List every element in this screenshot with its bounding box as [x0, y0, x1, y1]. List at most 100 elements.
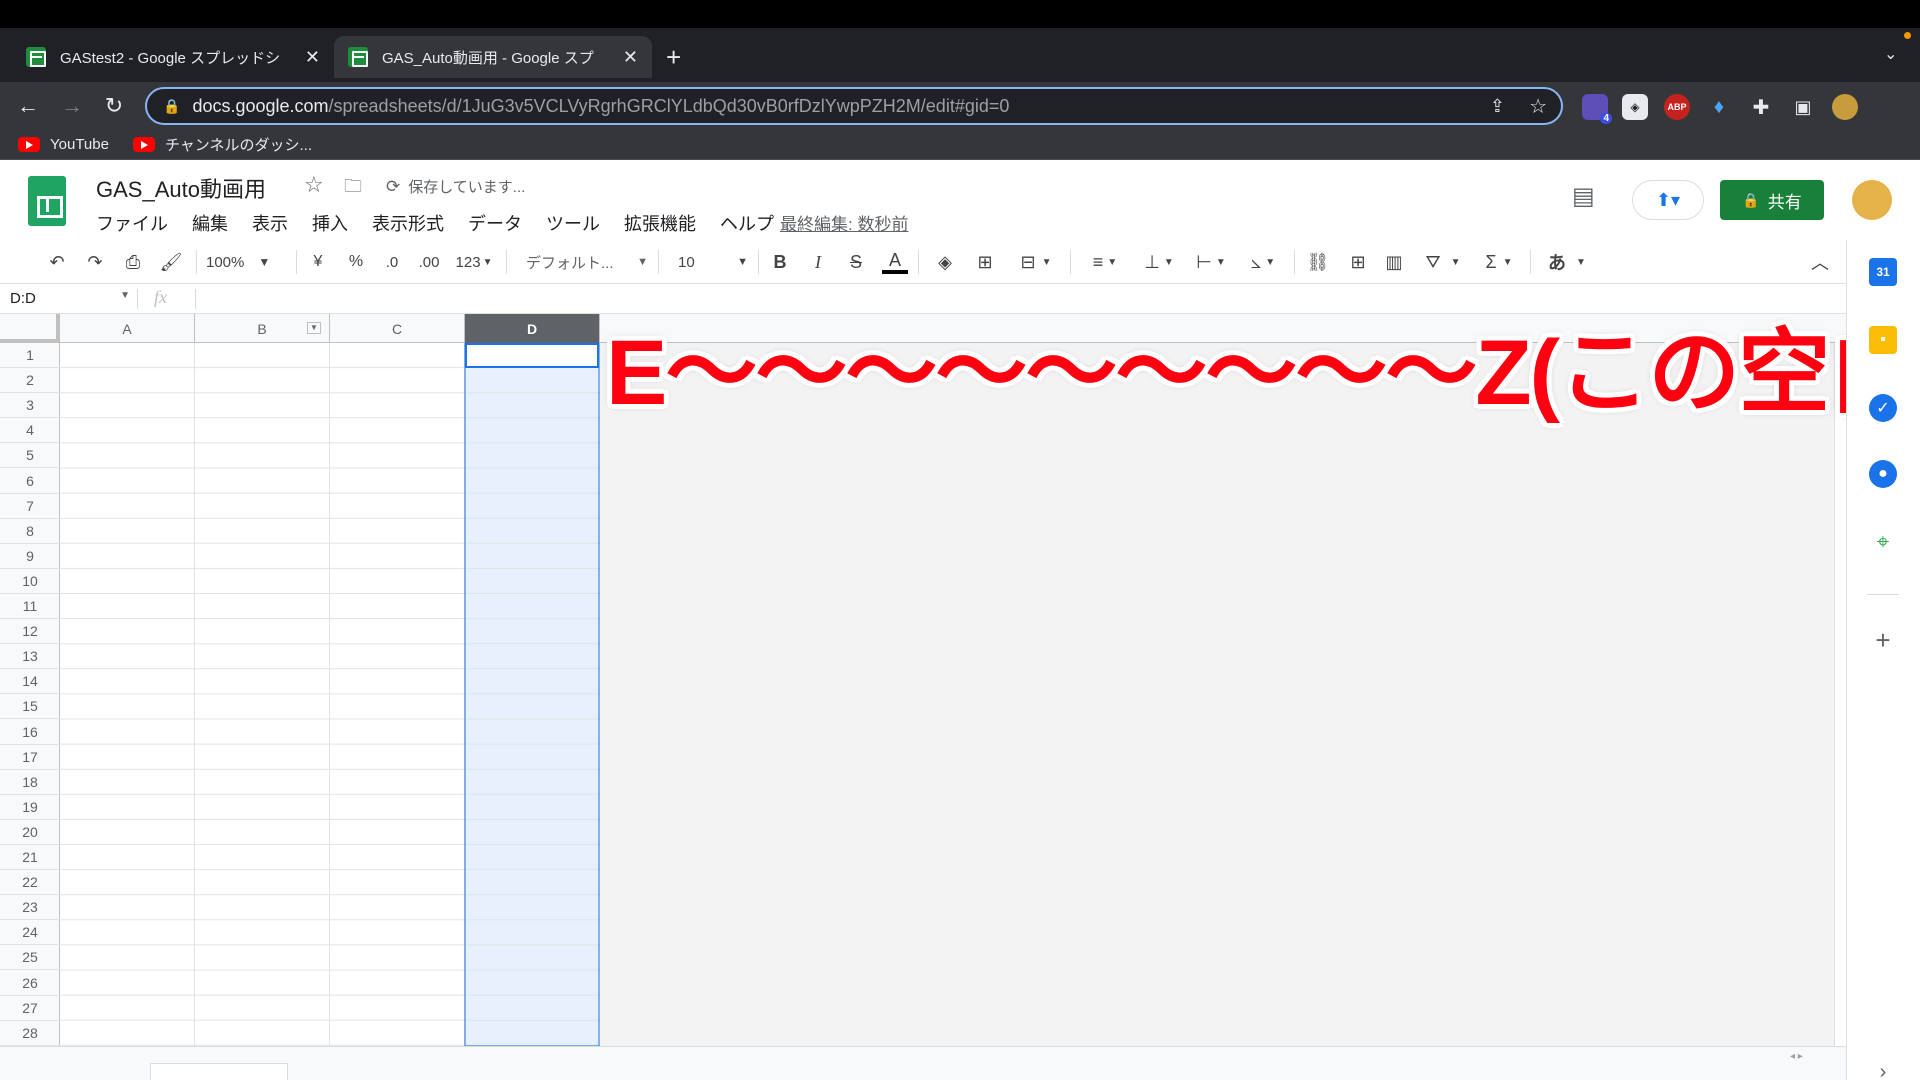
abp-icon[interactable]: ABP — [1664, 94, 1690, 120]
extension-icon[interactable]: ◈ — [1622, 94, 1648, 120]
browser-tab-gastest2[interactable]: GAStest2 - Google スプレッドシ ✕ — [12, 36, 334, 78]
bookmark-youtube[interactable]: YouTube — [18, 136, 109, 153]
percent-format-button[interactable]: % — [344, 250, 368, 274]
menu-edit[interactable]: 編集 — [192, 210, 228, 236]
row-header[interactable]: 3 — [0, 393, 60, 419]
address-bar[interactable]: 🔒 docs.google.com/spreadsheets/d/1JuG3v5… — [145, 87, 1563, 125]
cell-grid[interactable] — [60, 343, 600, 1046]
row-header[interactable]: 15 — [0, 694, 60, 720]
share-button[interactable]: 🔒 共有 — [1720, 180, 1824, 220]
row-header[interactable]: 8 — [0, 519, 60, 544]
text-rotation-icon[interactable]: ⦣ ▼ — [1242, 250, 1284, 274]
last-edit-link[interactable]: 最終編集: 数秒前 — [780, 210, 908, 235]
row-header[interactable]: 4 — [0, 418, 60, 444]
decrease-decimal-button[interactable]: .0 — [378, 250, 406, 274]
menu-extensions[interactable]: 拡張機能 — [624, 210, 696, 236]
extension-badge-icon[interactable]: 4 — [1582, 94, 1612, 124]
currency-format-button[interactable]: ¥ — [306, 250, 330, 274]
row-header[interactable]: 16 — [0, 720, 60, 745]
gem-icon[interactable]: ♦ — [1706, 94, 1732, 120]
menu-view[interactable]: 表示 — [252, 210, 288, 236]
move-folder-icon[interactable]: 🗀 — [344, 174, 362, 204]
merge-cells-icon[interactable]: ⊟ ▼ — [1012, 250, 1060, 274]
font-size-select[interactable]: 10 ▼ — [678, 250, 748, 274]
name-box[interactable]: D:D ▼ — [10, 290, 130, 307]
row-header[interactable]: 11 — [0, 594, 60, 619]
menu-tools[interactable]: ツール — [546, 210, 600, 236]
column-header-b[interactable]: B ▼ — [195, 314, 330, 343]
menu-data[interactable]: データ — [468, 210, 522, 236]
row-header[interactable]: 24 — [0, 920, 60, 946]
row-header[interactable]: 5 — [0, 443, 60, 469]
account-avatar[interactable] — [1852, 180, 1892, 220]
row-header[interactable]: 18 — [0, 770, 60, 795]
contacts-icon[interactable]: ● — [1869, 460, 1897, 488]
tasks-icon[interactable]: ✓ — [1869, 394, 1897, 422]
reload-icon[interactable]: ↻ — [98, 90, 130, 122]
row-header[interactable]: 22 — [0, 870, 60, 896]
row-header[interactable]: 7 — [0, 494, 60, 519]
select-all-corner[interactable] — [0, 314, 60, 343]
row-header[interactable]: 27 — [0, 996, 60, 1021]
redo-icon[interactable]: ↷ — [82, 250, 108, 274]
row-header[interactable]: 23 — [0, 895, 60, 921]
menu-insert[interactable]: 挿入 — [312, 210, 348, 236]
share-page-icon[interactable]: ⇪ — [1490, 96, 1505, 117]
fill-color-icon[interactable]: ◈ — [932, 250, 958, 274]
row-header[interactable]: 9 — [0, 544, 60, 569]
document-title[interactable]: GAS_Auto動画用 — [96, 172, 266, 204]
zoom-select[interactable]: 100% ▼ — [206, 250, 288, 274]
row-header[interactable]: 13 — [0, 644, 60, 670]
row-header[interactable]: 1 — [0, 343, 60, 368]
sheets-logo-icon[interactable] — [28, 176, 66, 226]
bookmark-star-icon[interactable]: ☆ — [1529, 94, 1547, 119]
close-icon[interactable]: ✕ — [305, 47, 320, 68]
chart-icon[interactable]: ▥ — [1380, 250, 1408, 274]
row-header[interactable]: 25 — [0, 945, 60, 971]
undo-icon[interactable]: ↶ — [44, 250, 70, 274]
profile-avatar[interactable] — [1832, 94, 1858, 120]
scroll-left-right-icon[interactable]: ◂ ▸ — [1790, 1051, 1803, 1062]
comments-icon[interactable]: ▤ — [1572, 182, 1595, 211]
comment-icon[interactable]: ⊞ — [1344, 250, 1372, 274]
present-button[interactable]: ⬆▾ — [1632, 180, 1704, 220]
column-header-d[interactable]: D — [465, 314, 600, 343]
collapse-toolbar-chevron-up-icon[interactable]: ︿ — [1808, 250, 1832, 274]
bookmark-channel-dashboard[interactable]: チャンネルのダッシ... — [132, 134, 312, 155]
star-icon[interactable]: ☆ — [304, 172, 324, 198]
close-icon[interactable]: ✕ — [623, 47, 638, 68]
row-header[interactable]: 10 — [0, 569, 60, 594]
vertical-align-icon[interactable]: ⊥ ▼ — [1138, 250, 1180, 274]
menu-format[interactable]: 表示形式 — [372, 210, 444, 236]
text-wrap-icon[interactable]: ⊢ ▼ — [1190, 250, 1232, 274]
new-tab-plus-icon[interactable]: + — [666, 42, 681, 73]
row-header[interactable]: 14 — [0, 669, 60, 695]
input-tools-button[interactable]: あ ▼ — [1542, 250, 1592, 274]
bold-button[interactable]: B — [768, 250, 792, 274]
expand-panel-chevron-icon[interactable]: › — [1869, 1058, 1897, 1080]
column-header-a[interactable]: A — [60, 314, 195, 343]
row-header[interactable]: 19 — [0, 795, 60, 820]
forward-arrow-icon[interactable]: → — [56, 90, 88, 122]
row-header[interactable]: 26 — [0, 971, 60, 996]
vertical-scrollbar[interactable] — [1834, 343, 1846, 1046]
row-header[interactable]: 28 — [0, 1021, 60, 1046]
increase-decimal-button[interactable]: .00 — [414, 250, 444, 274]
text-color-button[interactable]: A — [882, 250, 908, 274]
menu-help[interactable]: ヘルプ — [720, 210, 774, 236]
sheet-tab[interactable] — [150, 1063, 288, 1080]
tab-search-chevron-down-icon[interactable]: ⌄ — [1884, 44, 1897, 64]
row-header[interactable]: 17 — [0, 745, 60, 770]
functions-icon[interactable]: Σ ▼ — [1478, 250, 1520, 274]
calendar-icon[interactable]: 31 — [1869, 258, 1897, 286]
borders-icon[interactable]: ⊞ — [972, 250, 998, 274]
row-header[interactable]: 12 — [0, 619, 60, 645]
font-family-select[interactable]: デフォルト... ▼ — [526, 250, 648, 274]
strikethrough-button[interactable]: S — [844, 250, 868, 274]
keep-icon[interactable]: ▪ — [1869, 326, 1897, 354]
maps-icon[interactable]: ⌖ — [1869, 528, 1897, 556]
row-header[interactable]: 6 — [0, 469, 60, 494]
browser-tab-gas-auto[interactable]: GAS_Auto動画用 - Google スプ ✕ — [334, 36, 652, 78]
link-icon[interactable]: ⛓ — [1304, 250, 1332, 274]
italic-button[interactable]: I — [806, 250, 830, 274]
